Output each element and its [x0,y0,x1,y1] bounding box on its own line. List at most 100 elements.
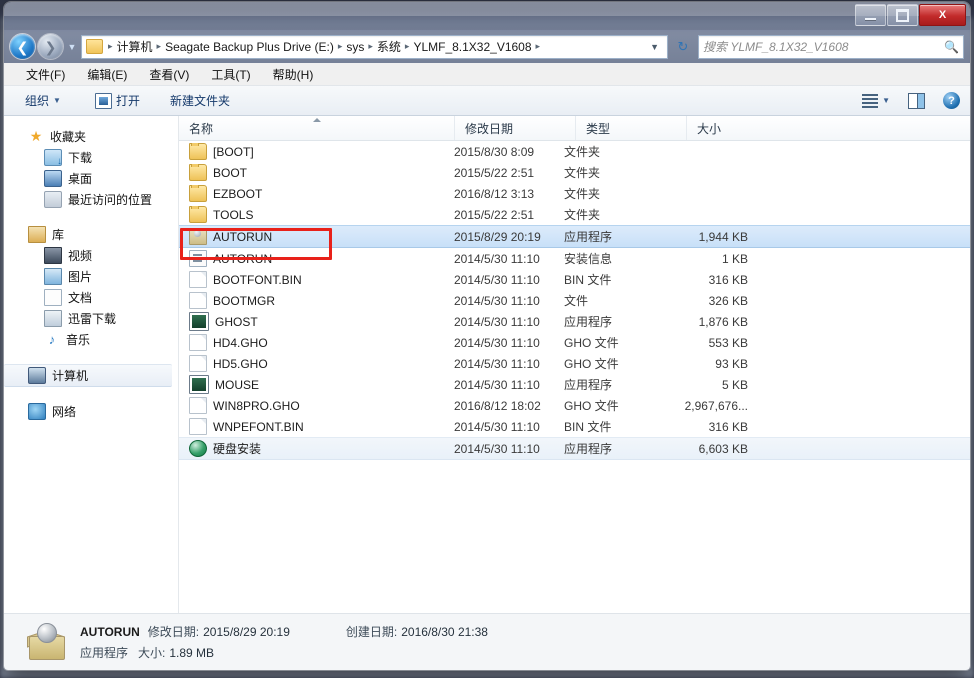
file-name-label: BOOTMGR [213,293,275,308]
sidebar-item-music[interactable]: ♪ 音乐 [4,329,178,350]
file-rows: [BOOT] 2015/8/30 8:09 文件夹 BOOT 2015/5/22 2:5… [179,141,970,460]
file-name-cell[interactable]: BOOTMGR [179,292,454,309]
file-name-cell[interactable]: 硬盘安装 [179,440,454,457]
breadcrumb-bar[interactable]: ▸ 计算机 ▸ Seagate Backup Plus Drive (E:) ▸… [81,34,668,59]
help-icon[interactable]: ? [943,92,960,109]
details-row-1: AUTORUN 修改日期: 2015/8/29 20:19 创建日期: 2016… [80,623,488,640]
table-row[interactable]: HD4.GHO 2014/5/30 11:10 GHO 文件 553 KB [179,332,970,353]
sidebar-group-favorites[interactable]: ★ 收藏夹 [4,126,178,147]
sidebar-item-network[interactable]: 网络 [4,401,178,422]
column-header-name[interactable]: 名称 [179,116,455,140]
preview-pane-icon[interactable] [908,92,925,109]
sidebar-item-label: 下载 [68,151,93,165]
file-name-cell[interactable]: MOUSE [179,375,454,394]
file-name-cell[interactable]: HD5.GHO [179,355,454,372]
table-row[interactable]: EZBOOT 2016/8/12 3:13 文件夹 [179,183,970,204]
file-name-label: HD5.GHO [213,356,268,371]
column-header-type[interactable]: 类型 [576,116,687,140]
table-row[interactable]: HD5.GHO 2014/5/30 11:10 GHO 文件 93 KB [179,353,970,374]
history-dropdown-button[interactable]: ▼ [66,42,78,52]
menu-edit[interactable]: 编辑(E) [81,64,133,85]
table-row[interactable]: GHOST 2014/5/30 11:10 应用程序 1,876 KB [179,311,970,332]
window-body: ★ 收藏夹 下载 桌面 最近访问的位置 库 视频 [4,116,970,613]
star-icon: ★ [29,128,43,144]
column-header-date[interactable]: 修改日期 [455,116,576,140]
chevron-down-icon[interactable]: ▼ [644,42,665,52]
sidebar-item-computer[interactable]: 计算机 [4,364,172,387]
breadcrumb-item-3[interactable]: 系统 [375,38,403,55]
globe-application-icon [189,440,207,457]
table-row[interactable]: AUTORUN 2014/5/30 11:10 安装信息 1 KB [179,248,970,269]
file-name-cell[interactable]: [BOOT] [179,143,454,160]
file-name-cell[interactable]: GHOST [179,312,454,331]
table-row[interactable]: TOOLS 2015/5/22 2:51 文件夹 [179,204,970,225]
file-name-cell[interactable]: WIN8PRO.GHO [179,397,454,414]
file-name-label: WIN8PRO.GHO [213,398,300,413]
breadcrumb-separator: ▸ [535,41,541,51]
file-name-cell[interactable]: HD4.GHO [179,334,454,351]
table-row[interactable]: [BOOT] 2015/8/30 8:09 文件夹 [179,141,970,162]
sidebar-item-label: 计算机 [52,369,89,383]
sidebar-item-downloads[interactable]: 下载 [4,147,178,168]
file-type-cell: GHO 文件 [564,357,619,371]
details-created-label: 创建日期: [345,625,398,639]
column-header-label: 名称 [189,121,214,136]
file-list-pane[interactable]: 名称 修改日期 类型 大小 [BOOT] 2015/8/30 8:09 文件夹 BOO… [179,116,970,613]
open-label: 打开 [115,94,140,108]
toolbar-right-group: ▼ ? [862,92,964,109]
table-row[interactable]: WIN8PRO.GHO 2016/8/12 18:02 GHO 文件 2,967,67… [179,395,970,416]
file-name-cell[interactable]: EZBOOT [179,185,454,202]
folder-icon [86,39,103,54]
file-type-cell: 文件夹 [564,208,601,222]
column-header-size[interactable]: 大小 [687,116,781,140]
file-name-cell[interactable]: AUTORUN [179,228,454,245]
organize-button[interactable]: 组织 ▼ [18,89,68,112]
sidebar-item-videos[interactable]: 视频 [4,245,178,266]
menu-help[interactable]: 帮助(H) [267,64,320,85]
breadcrumb-item-2[interactable]: sys [344,40,366,54]
navigation-pane: ★ 收藏夹 下载 桌面 最近访问的位置 库 视频 [4,116,179,613]
sidebar-item-thunder-download[interactable]: 迅雷下载 [4,308,178,329]
file-name-cell[interactable]: BOOT [179,164,454,181]
back-button[interactable]: ❮ [10,34,35,59]
file-size-cell: 6,603 KB [698,441,748,456]
table-row[interactable]: BOOTMGR 2014/5/30 11:10 文件 326 KB [179,290,970,311]
table-row[interactable]: MOUSE 2014/5/30 11:10 应用程序 5 KB [179,374,970,395]
sidebar-group-libraries[interactable]: 库 [4,224,178,245]
file-type-cell: 应用程序 [564,230,613,244]
chevron-down-icon[interactable]: ▼ [882,96,890,105]
sidebar-item-documents[interactable]: 文档 [4,287,178,308]
new-folder-button[interactable]: 新建文件夹 [163,89,237,112]
menu-tools[interactable]: 工具(T) [205,64,256,85]
open-button[interactable]: 打开 [88,89,147,112]
menu-file[interactable]: 文件(F) [20,64,71,85]
minimize-button[interactable] [855,4,886,26]
file-name-cell[interactable]: BOOTFONT.BIN [179,271,454,288]
view-options-icon[interactable] [862,93,879,108]
table-row[interactable]: AUTORUN 2015/8/29 20:19 应用程序 1,944 KB [179,225,970,248]
breadcrumb-item-0[interactable]: 计算机 [115,38,155,55]
search-box[interactable]: 搜索 YLMF_8.1X32_V1608 🔍 [698,34,964,59]
file-size-cell: 1 KB [721,251,748,266]
sidebar-item-desktop[interactable]: 桌面 [4,168,178,189]
refresh-button[interactable]: ↻ [671,35,695,59]
menu-view[interactable]: 查看(V) [143,64,195,85]
file-size-cell: 316 KB [708,419,748,434]
close-button[interactable]: X [919,4,966,26]
maximize-button[interactable] [887,4,918,26]
file-name-cell[interactable]: TOOLS [179,206,454,223]
search-input[interactable]: 搜索 YLMF_8.1X32_V1608 [703,38,944,55]
file-name-label: BOOT [213,165,248,180]
sidebar-item-pictures[interactable]: 图片 [4,266,178,287]
file-name-label: AUTORUN [213,251,273,266]
table-row[interactable]: 硬盘安装 2014/5/30 11:10 应用程序 6,603 KB [179,437,970,460]
forward-button[interactable]: ❯ [38,34,63,59]
sidebar-item-recent-places[interactable]: 最近访问的位置 [4,189,178,210]
table-row[interactable]: WNPEFONT.BIN 2014/5/30 11:10 BIN 文件 316 KB [179,416,970,437]
breadcrumb-item-4[interactable]: YLMF_8.1X32_V1608 [411,40,533,54]
table-row[interactable]: BOOT 2015/5/22 2:51 文件夹 [179,162,970,183]
file-name-cell[interactable]: AUTORUN [179,250,454,267]
breadcrumb-item-1[interactable]: Seagate Backup Plus Drive (E:) [163,40,336,54]
file-name-cell[interactable]: WNPEFONT.BIN [179,418,454,435]
table-row[interactable]: BOOTFONT.BIN 2014/5/30 11:10 BIN 文件 316 KB [179,269,970,290]
